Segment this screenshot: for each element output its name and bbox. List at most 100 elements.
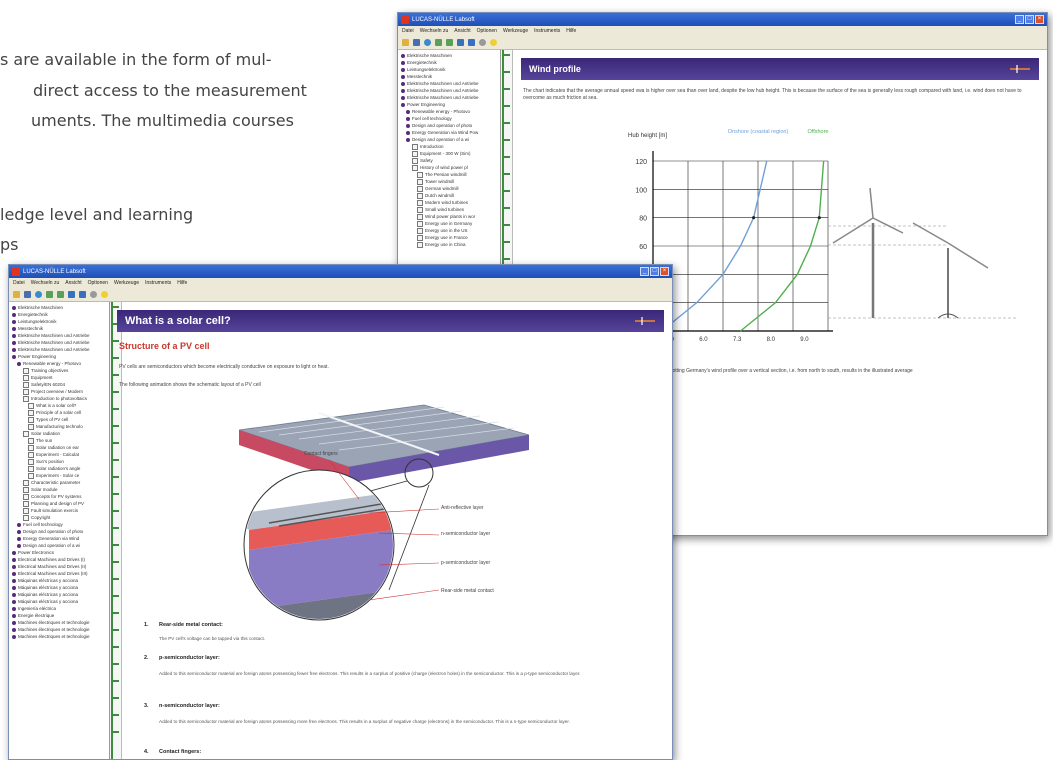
- tree-item[interactable]: Fuel cell technology: [398, 115, 500, 122]
- minimize-icon[interactable]: _: [640, 267, 649, 276]
- menu-item[interactable]: Werkzeuge: [114, 280, 139, 286]
- tree-item[interactable]: Energie électrique: [9, 612, 109, 619]
- menu-item[interactable]: Wechseln zu: [31, 280, 60, 286]
- tree-item[interactable]: Energy use in the US: [398, 227, 500, 234]
- tree-item[interactable]: Energietechnik: [398, 59, 500, 66]
- globe-icon[interactable]: [35, 290, 42, 298]
- tree-item[interactable]: What is a solar cell?: [9, 402, 109, 409]
- tree-item[interactable]: Modern wind turbines: [398, 199, 500, 206]
- tree-item[interactable]: Elektrische Maschinen und Antriebe: [398, 94, 500, 101]
- down-arrow-icon[interactable]: [57, 290, 64, 298]
- tree-item[interactable]: Elektrische Maschinen und Antriebe: [9, 332, 109, 339]
- tree-item[interactable]: Renewable energy - Photovo: [9, 360, 109, 367]
- tree-item[interactable]: Introduction: [398, 143, 500, 150]
- tree-item[interactable]: Energy Generation via Wind: [9, 535, 109, 542]
- tree-item[interactable]: Energietechnik: [9, 311, 109, 318]
- tree-item[interactable]: Manufacturing technolo: [9, 423, 109, 430]
- maximize-icon[interactable]: □: [1025, 15, 1034, 24]
- tree-item[interactable]: Energy use in France: [398, 234, 500, 241]
- tree-item[interactable]: Electrical Machines and Drives (II): [9, 563, 109, 570]
- tree-item[interactable]: Small wind turbines: [398, 206, 500, 213]
- tree-item[interactable]: Fault simulation exercis: [9, 507, 109, 514]
- menu-item[interactable]: Wechseln zu: [420, 28, 449, 34]
- tree-item[interactable]: Renewable energy - Photovo: [398, 108, 500, 115]
- forward-icon[interactable]: [468, 38, 475, 46]
- tree-item[interactable]: Planning and design of PV: [9, 500, 109, 507]
- tree-item[interactable]: Energy Generation via Wind Pow: [398, 129, 500, 136]
- close-icon[interactable]: ×: [1035, 15, 1044, 24]
- save-icon[interactable]: [413, 38, 420, 46]
- tree-item[interactable]: Electrical Machines and Drives (I): [9, 556, 109, 563]
- down-arrow-icon[interactable]: [446, 38, 453, 46]
- tree-item[interactable]: Equipment - 300 W (Sim): [398, 150, 500, 157]
- tree-item[interactable]: Elektrische Maschinen und Antriebe: [9, 346, 109, 353]
- globe-icon[interactable]: [424, 38, 431, 46]
- tree-item[interactable]: Design and operation of a wi: [9, 542, 109, 549]
- back-window-titlebar[interactable]: LUCAS-NÜLLE Labsoft _ □ ×: [398, 13, 1047, 26]
- tree-item[interactable]: Experiment - Solar ce: [9, 472, 109, 479]
- minimize-icon[interactable]: _: [1015, 15, 1024, 24]
- tree-item[interactable]: Fuel cell technology: [9, 521, 109, 528]
- menu-item[interactable]: Optionen: [88, 280, 108, 286]
- tree-item[interactable]: Ingeniería eléctrica: [9, 605, 109, 612]
- menu-item[interactable]: Ansicht: [65, 280, 81, 286]
- tree-item[interactable]: Máquinas eléctricas y acciona: [9, 584, 109, 591]
- tree-item[interactable]: Máquinas eléctricas y acciona: [9, 598, 109, 605]
- tree-item[interactable]: Power Engineering: [398, 101, 500, 108]
- tree-item[interactable]: Elektrische Maschinen: [398, 52, 500, 59]
- tree-item[interactable]: Messtechnik: [398, 73, 500, 80]
- tree-item[interactable]: Solar radiation: [9, 430, 109, 437]
- tree-item[interactable]: Sun's position: [9, 458, 109, 465]
- tree-item[interactable]: Power Electronics: [9, 549, 109, 556]
- tree-item[interactable]: Characteristic parameter: [9, 479, 109, 486]
- tree-item[interactable]: Experiment - Calculat: [9, 451, 109, 458]
- menu-item[interactable]: Instruments: [534, 28, 560, 34]
- tree-item[interactable]: Power Engineering: [9, 353, 109, 360]
- up-arrow-icon[interactable]: [435, 38, 442, 46]
- tree-item[interactable]: Elektrische Maschinen und Antriebe: [398, 87, 500, 94]
- close-icon[interactable]: ×: [660, 267, 669, 276]
- tree-item[interactable]: Types of PV cell: [9, 416, 109, 423]
- lightbulb-icon[interactable]: [490, 38, 497, 46]
- tree-item[interactable]: Wind power plants in wor: [398, 213, 500, 220]
- tree-item[interactable]: Introduction to photovoltaics: [9, 395, 109, 402]
- tree-item[interactable]: Project overview / Modern: [9, 388, 109, 395]
- tree-item[interactable]: Safety/EN 60204: [9, 381, 109, 388]
- lightbulb-icon[interactable]: [101, 290, 108, 298]
- tree-item[interactable]: Machines électriques et technologie: [9, 633, 109, 640]
- front-window-titlebar[interactable]: LUCAS-NÜLLE Labsoft _ □ ×: [9, 265, 672, 278]
- tree-item[interactable]: Solar radiation's angle: [9, 465, 109, 472]
- tree-item[interactable]: Energy use in China: [398, 241, 500, 248]
- tree-item[interactable]: Messtechnik: [9, 325, 109, 332]
- tree-item[interactable]: Copyright: [9, 514, 109, 521]
- back-icon[interactable]: [68, 290, 75, 298]
- tree-item[interactable]: Concepts for PV systems: [9, 493, 109, 500]
- tree-item[interactable]: Elektrische Maschinen und Antriebe: [398, 80, 500, 87]
- tree-item[interactable]: Elektrische Maschinen und Antriebe: [9, 339, 109, 346]
- tree-item[interactable]: Design and operation of a wi: [398, 136, 500, 143]
- search-icon[interactable]: [479, 38, 486, 46]
- maximize-icon[interactable]: □: [650, 267, 659, 276]
- tree-item[interactable]: Machines électriques et technologie: [9, 626, 109, 633]
- menu-item[interactable]: Werkzeuge: [503, 28, 528, 34]
- tree-item[interactable]: Solar radiation on ear: [9, 444, 109, 451]
- tree-item[interactable]: Safety: [398, 157, 500, 164]
- tree-item[interactable]: The sun: [9, 437, 109, 444]
- tree-item[interactable]: Equipment: [9, 374, 109, 381]
- back-icon[interactable]: [457, 38, 464, 46]
- tree-item[interactable]: Training objectives: [9, 367, 109, 374]
- tree-item[interactable]: Dutch windmill: [398, 192, 500, 199]
- menu-item[interactable]: Datei: [402, 28, 414, 34]
- menu-item[interactable]: Hilfe: [566, 28, 576, 34]
- tree-item[interactable]: Elektrische Maschinen: [9, 304, 109, 311]
- menu-item[interactable]: Ansicht: [454, 28, 470, 34]
- search-icon[interactable]: [90, 290, 97, 298]
- menu-item[interactable]: Optionen: [477, 28, 497, 34]
- tree-item[interactable]: Máquinas eléctricas y acciona: [9, 591, 109, 598]
- tree-item[interactable]: Machines électriques et technologie: [9, 619, 109, 626]
- tree-item[interactable]: Leistungselektronik: [398, 66, 500, 73]
- tree-item[interactable]: Electrical Machines and Drives (III): [9, 570, 109, 577]
- menu-item[interactable]: Datei: [13, 280, 25, 286]
- tree-item[interactable]: Tower windmill: [398, 178, 500, 185]
- menu-item[interactable]: Instruments: [145, 280, 171, 286]
